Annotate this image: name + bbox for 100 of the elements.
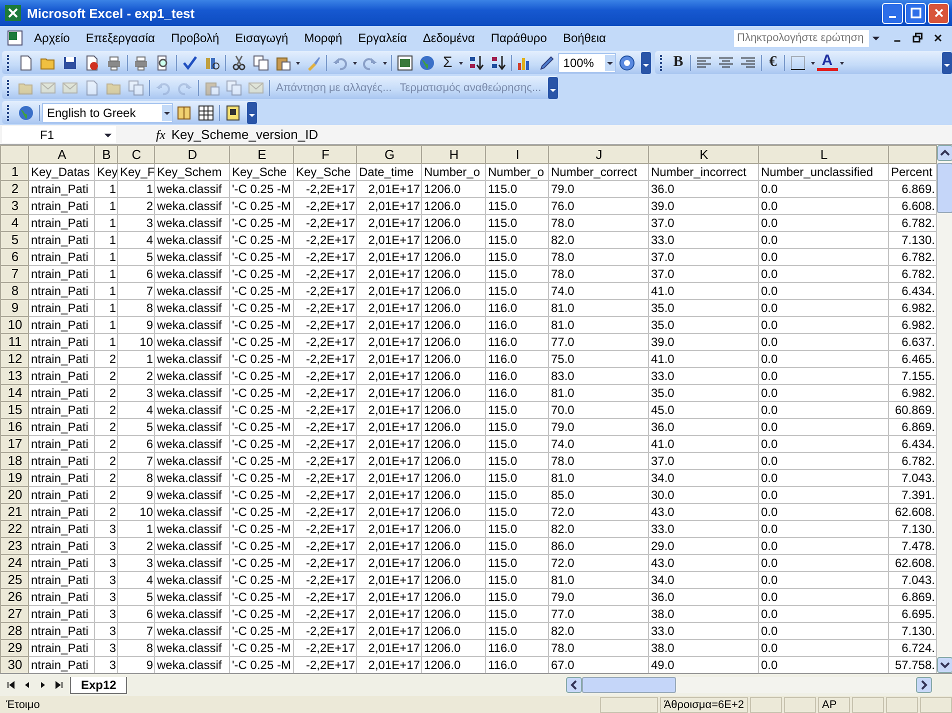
close-icon[interactable] bbox=[932, 32, 944, 44]
globe-icon[interactable] bbox=[419, 54, 435, 70]
row-header[interactable]: 1 bbox=[0, 164, 28, 180]
cut-icon[interactable] bbox=[231, 54, 247, 70]
row-header[interactable]: 15 bbox=[0, 402, 28, 418]
row-header[interactable]: 21 bbox=[0, 504, 28, 520]
scroll-right-icon[interactable] bbox=[916, 677, 932, 693]
column-header[interactable]: I bbox=[486, 146, 548, 164]
formula-field[interactable]: Key_Scheme_version_ID bbox=[171, 127, 318, 142]
help-icon[interactable] bbox=[619, 54, 636, 70]
copy-icon[interactable] bbox=[253, 54, 269, 70]
scroll-thumb[interactable] bbox=[937, 163, 952, 213]
column-header[interactable]: C bbox=[118, 146, 154, 164]
pen-icon[interactable] bbox=[539, 54, 556, 70]
row-header[interactable]: 5 bbox=[0, 232, 28, 248]
row-header[interactable]: 7 bbox=[0, 266, 28, 282]
row-header[interactable]: 30 bbox=[0, 656, 28, 673]
autosum-button[interactable]: Σ bbox=[438, 54, 458, 71]
row-header[interactable]: 29 bbox=[0, 640, 28, 656]
currency-button[interactable]: € bbox=[764, 54, 782, 71]
minimize-button[interactable] bbox=[882, 2, 903, 24]
row-header[interactable]: 9 bbox=[0, 300, 28, 316]
menu-item[interactable]: Μορφή bbox=[296, 29, 350, 47]
row-header[interactable]: 22 bbox=[0, 520, 28, 538]
row-header[interactable]: 8 bbox=[0, 282, 28, 300]
menu-item[interactable]: Εισαγωγή bbox=[227, 29, 296, 47]
printer-icon[interactable] bbox=[133, 54, 149, 70]
row-header[interactable]: 4 bbox=[0, 214, 28, 232]
row-header[interactable]: 12 bbox=[0, 350, 28, 368]
column-header[interactable]: A bbox=[28, 146, 94, 164]
new-document-icon[interactable] bbox=[18, 54, 34, 70]
language-dropdown[interactable]: English to Greek bbox=[42, 102, 173, 122]
globe-icon[interactable] bbox=[18, 104, 34, 120]
column-header[interactable]: E bbox=[230, 146, 294, 164]
column-header[interactable]: D bbox=[154, 146, 230, 164]
clipboard-icon[interactable] bbox=[204, 80, 220, 96]
first-sheet-icon[interactable] bbox=[6, 680, 16, 690]
horizontal-scrollbar[interactable] bbox=[566, 677, 932, 693]
form-icon[interactable] bbox=[397, 54, 413, 70]
save-icon[interactable] bbox=[62, 54, 78, 70]
row-header[interactable]: 14 bbox=[0, 384, 28, 402]
print-icon[interactable] bbox=[106, 54, 122, 70]
sheet-tab[interactable]: Exp12 bbox=[70, 676, 128, 694]
menu-item[interactable]: Δεδομένα bbox=[414, 29, 483, 47]
row-header[interactable]: 27 bbox=[0, 606, 28, 622]
row-header[interactable]: 19 bbox=[0, 470, 28, 486]
scroll-up-icon[interactable] bbox=[937, 145, 952, 161]
name-box[interactable]: F1 bbox=[2, 126, 116, 143]
row-header[interactable]: 20 bbox=[0, 486, 28, 504]
menu-item[interactable]: Αρχείο bbox=[26, 29, 78, 47]
row-header[interactable]: 10 bbox=[0, 316, 28, 334]
row-header[interactable]: 3 bbox=[0, 198, 28, 214]
toolbar-options-icon[interactable] bbox=[548, 76, 558, 98]
sort-descending-icon[interactable] bbox=[490, 54, 506, 70]
row-header[interactable]: 18 bbox=[0, 452, 28, 470]
row-header[interactable]: 25 bbox=[0, 572, 28, 588]
row-header[interactable]: 28 bbox=[0, 622, 28, 640]
sort-ascending-icon[interactable] bbox=[468, 54, 484, 70]
menu-item[interactable]: Προβολή bbox=[162, 29, 228, 47]
menu-item[interactable]: Επεξεργασία bbox=[78, 29, 163, 47]
font-color-button[interactable]: A bbox=[816, 54, 838, 71]
column-header[interactable]: J bbox=[548, 146, 648, 164]
row-header[interactable]: 16 bbox=[0, 418, 28, 436]
row-header[interactable]: 26 bbox=[0, 588, 28, 606]
menu-item[interactable]: Βοήθεια bbox=[554, 29, 614, 47]
maximize-button[interactable] bbox=[905, 2, 926, 24]
workbook-icon[interactable] bbox=[7, 30, 23, 46]
scroll-left-icon[interactable] bbox=[566, 677, 582, 693]
vertical-scrollbar[interactable] bbox=[937, 145, 952, 673]
row-header[interactable]: 2 bbox=[0, 180, 28, 198]
menu-item[interactable]: Εργαλεία bbox=[350, 29, 415, 47]
book-icon[interactable] bbox=[176, 104, 192, 120]
toolbar-options-icon[interactable] bbox=[942, 52, 952, 74]
row-header[interactable]: 23 bbox=[0, 538, 28, 554]
align-center-icon[interactable] bbox=[718, 54, 734, 70]
close-button[interactable] bbox=[928, 2, 949, 24]
align-left-icon[interactable] bbox=[696, 54, 712, 70]
row-header[interactable]: 24 bbox=[0, 554, 28, 572]
paste-icon[interactable] bbox=[275, 54, 291, 70]
menu-item[interactable]: Παράθυρο bbox=[482, 29, 555, 47]
last-sheet-icon[interactable] bbox=[54, 680, 64, 690]
row-header[interactable]: 6 bbox=[0, 248, 28, 266]
toolbar-options-icon[interactable] bbox=[641, 52, 652, 74]
column-header[interactable]: H bbox=[422, 146, 486, 164]
scroll-down-icon[interactable] bbox=[937, 657, 952, 673]
insert-function-button[interactable]: fx bbox=[156, 126, 166, 142]
column-header[interactable]: L bbox=[758, 146, 888, 164]
restore-icon[interactable] bbox=[912, 32, 924, 44]
grid-icon[interactable] bbox=[198, 104, 214, 120]
column-header[interactable]: K bbox=[648, 146, 758, 164]
help-icon[interactable] bbox=[225, 104, 241, 120]
document-icon[interactable] bbox=[84, 54, 100, 70]
row-header[interactable]: 11 bbox=[0, 334, 28, 350]
scroll-thumb[interactable] bbox=[582, 677, 676, 693]
help-search-field[interactable]: Πληκτρολογήστε ερώτηση bbox=[733, 28, 870, 48]
column-header[interactable]: F bbox=[294, 146, 356, 164]
borders-icon[interactable] bbox=[790, 54, 806, 70]
row-header[interactable]: 17 bbox=[0, 436, 28, 452]
zoom-dropdown[interactable]: 100% bbox=[558, 52, 616, 72]
column-header[interactable]: B bbox=[94, 146, 118, 164]
